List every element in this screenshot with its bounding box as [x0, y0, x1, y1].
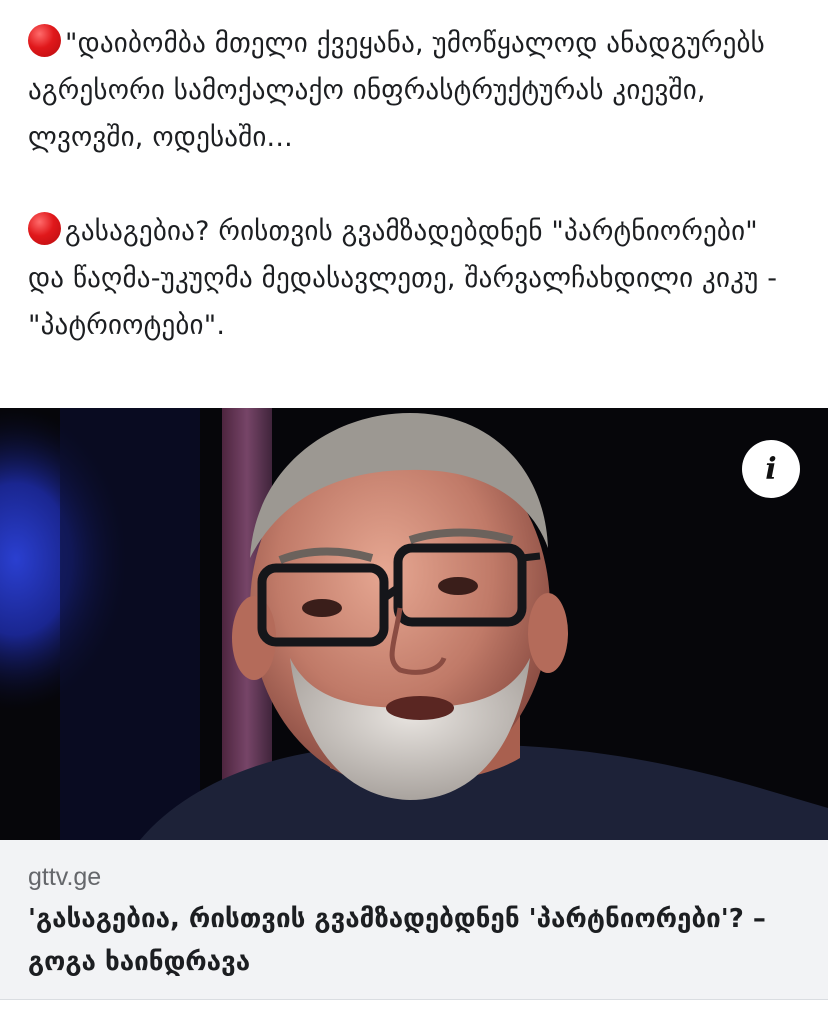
link-preview-footer[interactable]: gttv.ge 'გასაგებია, რისთვის გვამზადებდნე… [0, 840, 828, 1000]
paragraph-2-text: გასაგებია? რისთვის გვამზადებდნენ "პარტნი… [28, 216, 778, 341]
post-paragraph-1: "დაიბომბა მთელი ქვეყანა, უმოწყალოდ ანადგ… [28, 20, 800, 161]
article-photo[interactable]: i [0, 408, 828, 840]
link-preview-card[interactable]: i gttv.ge 'გასაგებია, რისთვის გვამზადებდ… [0, 408, 828, 1000]
link-headline[interactable]: 'გასაგებია, რისთვის გვამზადებდნენ 'პარტნ… [28, 898, 800, 984]
paragraph-1-text: "დაიბომბა მთელი ქვეყანა, უმოწყალოდ ანადგ… [28, 28, 765, 153]
post-text: "დაიბომბა მთელი ქვეყანა, უმოწყალოდ ანადგ… [0, 0, 828, 349]
red-circle-icon [28, 212, 61, 245]
red-circle-icon [28, 24, 61, 57]
portrait-image [0, 408, 828, 840]
link-domain: gttv.ge [28, 863, 102, 891]
post-paragraph-2: გასაგებია? რისთვის გვამზადებდნენ "პარტნი… [28, 208, 800, 349]
info-icon[interactable]: i [742, 440, 800, 498]
